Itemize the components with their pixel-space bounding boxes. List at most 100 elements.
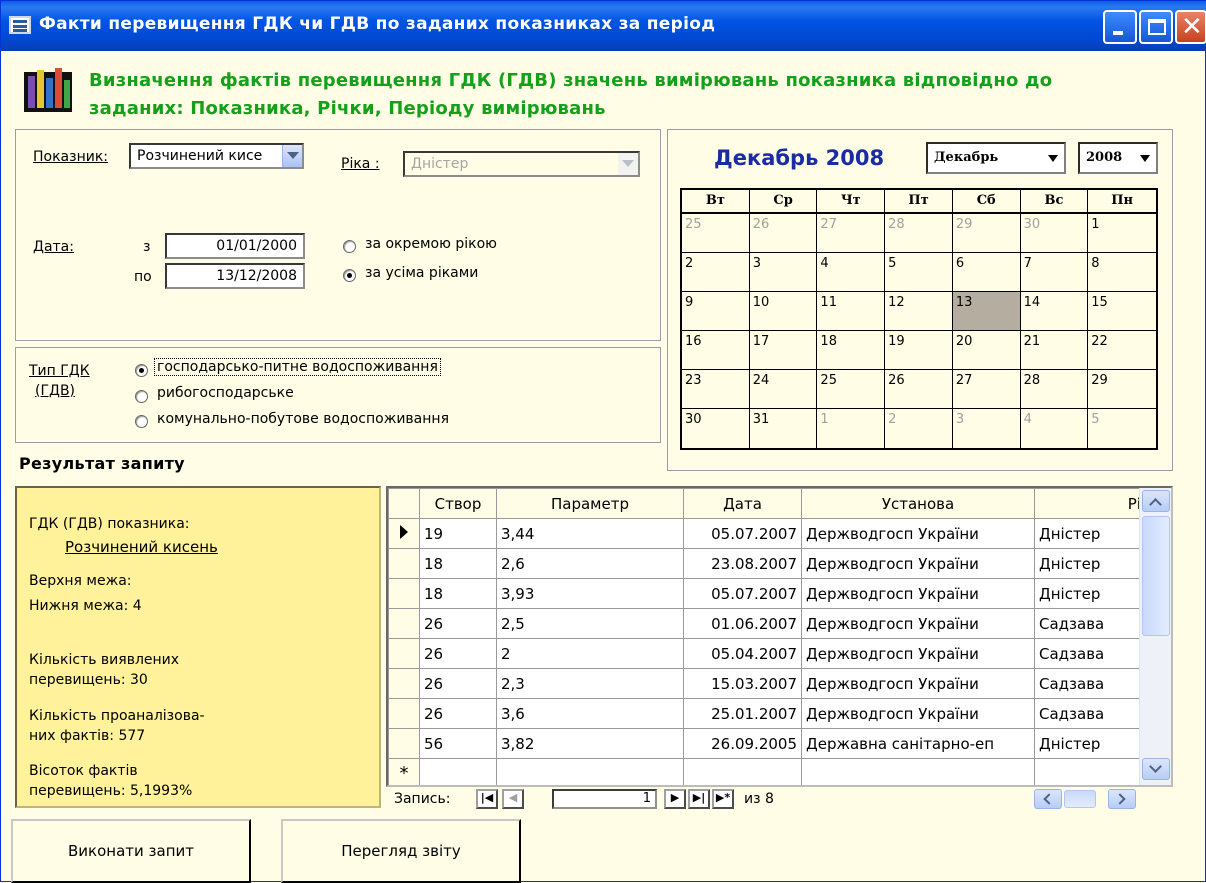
calendar-day[interactable]: 29 [952, 214, 1021, 253]
table-cell[interactable]: 26.09.2005 [683, 728, 802, 759]
radio-all-rivers[interactable] [343, 269, 356, 282]
table-cell[interactable]: Дністер [1034, 518, 1155, 549]
table-cell[interactable]: 26 [419, 638, 497, 669]
row-selector[interactable] [388, 668, 420, 699]
scroll-right-icon[interactable] [1108, 789, 1136, 809]
calendar-day[interactable]: 26 [749, 214, 818, 253]
table-cell[interactable]: Держводгосп України [801, 548, 1035, 579]
table-cell[interactable]: Держводгосп України [801, 608, 1035, 639]
calendar-day[interactable]: 5 [1088, 409, 1156, 448]
calendar-day[interactable]: 25 [682, 214, 750, 253]
table-cell[interactable] [683, 758, 802, 785]
calendar-day[interactable]: 2 [682, 253, 750, 292]
table-cell[interactable]: Садзава [1034, 668, 1155, 699]
calendar-day[interactable]: 10 [749, 292, 818, 331]
calendar-day[interactable]: 8 [1088, 253, 1156, 292]
first-record-icon[interactable]: |◀ [476, 789, 498, 809]
row-selector[interactable] [388, 728, 420, 759]
calendar-day[interactable]: 18 [817, 331, 886, 370]
radio-gdk-fishery-label[interactable]: рибогосподарське [157, 385, 294, 401]
table-row[interactable]: 26 3,6 25.01.2007 Держводгосп України Садзав… [388, 698, 1155, 729]
table-cell[interactable] [1034, 758, 1155, 785]
radio-single-river[interactable] [343, 240, 356, 253]
calendar-day[interactable]: 25 [817, 370, 886, 409]
radio-all-rivers-label[interactable]: за усіма ріками [365, 265, 478, 281]
vertical-scrollbar[interactable] [1139, 488, 1171, 785]
table-cell[interactable] [419, 758, 497, 785]
calendar-day[interactable]: 11 [817, 292, 886, 331]
table-cell[interactable]: Дністер [1034, 548, 1155, 579]
table-cell[interactable]: 19 [419, 518, 497, 549]
table-cell[interactable]: Дністер [1034, 728, 1155, 759]
table-row[interactable]: 19 3,44 05.07.2007 Держводгосп України Дніст… [388, 518, 1155, 549]
next-record-icon[interactable]: ▶ [664, 789, 686, 809]
table-cell[interactable]: 2 [496, 638, 684, 669]
calendar-day[interactable]: 14 [1020, 292, 1089, 331]
table-cell[interactable]: 25.01.2007 [683, 698, 802, 729]
table-cell[interactable]: Садзава [1034, 608, 1155, 639]
table-cell[interactable]: 26 [419, 608, 497, 639]
calendar-day[interactable]: 24 [749, 370, 818, 409]
table-cell[interactable]: 18 [419, 578, 497, 609]
calendar-day-selected[interactable]: 13 [952, 292, 1021, 331]
year-select[interactable]: 2008 [1078, 142, 1158, 174]
date-from-field[interactable]: 01/01/2000 [165, 233, 305, 259]
column-header-river[interactable]: Рік [1034, 488, 1155, 519]
table-cell[interactable]: 3,44 [496, 518, 684, 549]
column-header-stvor[interactable]: Створ [419, 488, 497, 519]
current-record-field[interactable]: 1 [552, 789, 657, 809]
date-to-field[interactable]: 13/12/2008 [165, 263, 305, 289]
calendar-day[interactable]: 28 [885, 214, 953, 253]
table-row[interactable]: 26 2 05.04.2007 Держводгосп України Садзава [388, 638, 1155, 669]
calendar-day[interactable]: 30 [1020, 214, 1089, 253]
table-cell[interactable]: 56 [419, 728, 497, 759]
table-cell[interactable] [801, 758, 1035, 785]
table-cell[interactable]: 2,5 [496, 608, 684, 639]
radio-gdk-drinking-label[interactable]: господарсько-питне водоспоживання [154, 358, 441, 376]
calendar-day[interactable]: 29 [1088, 370, 1156, 409]
row-selector[interactable] [388, 548, 420, 579]
table-row[interactable]: 26 2,5 01.06.2007 Держводгосп України Садзав… [388, 608, 1155, 639]
radio-gdk-fishery[interactable] [135, 390, 148, 403]
row-selector[interactable] [388, 518, 420, 549]
table-cell[interactable]: 26 [419, 668, 497, 699]
table-cell[interactable]: Державна санітарно-еп [801, 728, 1035, 759]
table-cell[interactable]: Садзава [1034, 638, 1155, 669]
minimize-button[interactable] [1103, 10, 1137, 44]
radio-single-river-label[interactable]: за окремою рікою [365, 236, 497, 252]
river-combobox[interactable]: Дністер [403, 151, 640, 177]
calendar-day[interactable]: 31 [750, 409, 818, 448]
row-selector[interactable] [388, 608, 420, 639]
table-row[interactable]: 26 2,3 15.03.2007 Держводгосп України Садзав… [388, 668, 1155, 699]
calendar-day[interactable]: 2 [885, 409, 953, 448]
table-cell[interactable]: Держводгосп України [801, 638, 1035, 669]
calendar-day[interactable]: 22 [1088, 331, 1156, 370]
view-report-button[interactable]: Перегляд звіту [281, 819, 521, 883]
calendar-day[interactable]: 3 [749, 253, 818, 292]
radio-gdk-communal-label[interactable]: комунально-побутове водоспоживання [157, 411, 449, 427]
table-cell[interactable]: Дністер [1034, 578, 1155, 609]
calendar-day[interactable]: 12 [885, 292, 953, 331]
table-cell[interactable]: 3,93 [496, 578, 684, 609]
calendar-day[interactable]: 15 [1088, 292, 1156, 331]
scroll-left-icon[interactable] [1034, 789, 1062, 809]
calendar-day[interactable]: 23 [682, 370, 750, 409]
calendar-day[interactable]: 3 [953, 409, 1021, 448]
calendar-day[interactable]: 5 [885, 253, 953, 292]
calendar-day[interactable]: 1 [817, 409, 886, 448]
column-header-institution[interactable]: Установа [801, 488, 1035, 519]
table-row[interactable]: 18 2,6 23.08.2007 Держводгосп України Дністе… [388, 548, 1155, 579]
table-cell[interactable]: 2,3 [496, 668, 684, 699]
maximize-button[interactable] [1139, 10, 1173, 44]
indicator-combobox[interactable]: Розчинений кисе [129, 143, 304, 169]
chevron-down-icon[interactable] [282, 145, 302, 167]
calendar-day[interactable]: 21 [1020, 331, 1089, 370]
row-selector[interactable] [388, 578, 420, 609]
scroll-up-icon[interactable] [1142, 490, 1170, 512]
table-cell[interactable]: 01.06.2007 [683, 608, 802, 639]
new-record-row[interactable]: * [388, 758, 1155, 785]
calendar-day[interactable]: 27 [952, 370, 1021, 409]
table-cell[interactable] [496, 758, 684, 785]
table-cell[interactable]: 26 [419, 698, 497, 729]
close-button[interactable]: ✕ [1175, 10, 1206, 44]
